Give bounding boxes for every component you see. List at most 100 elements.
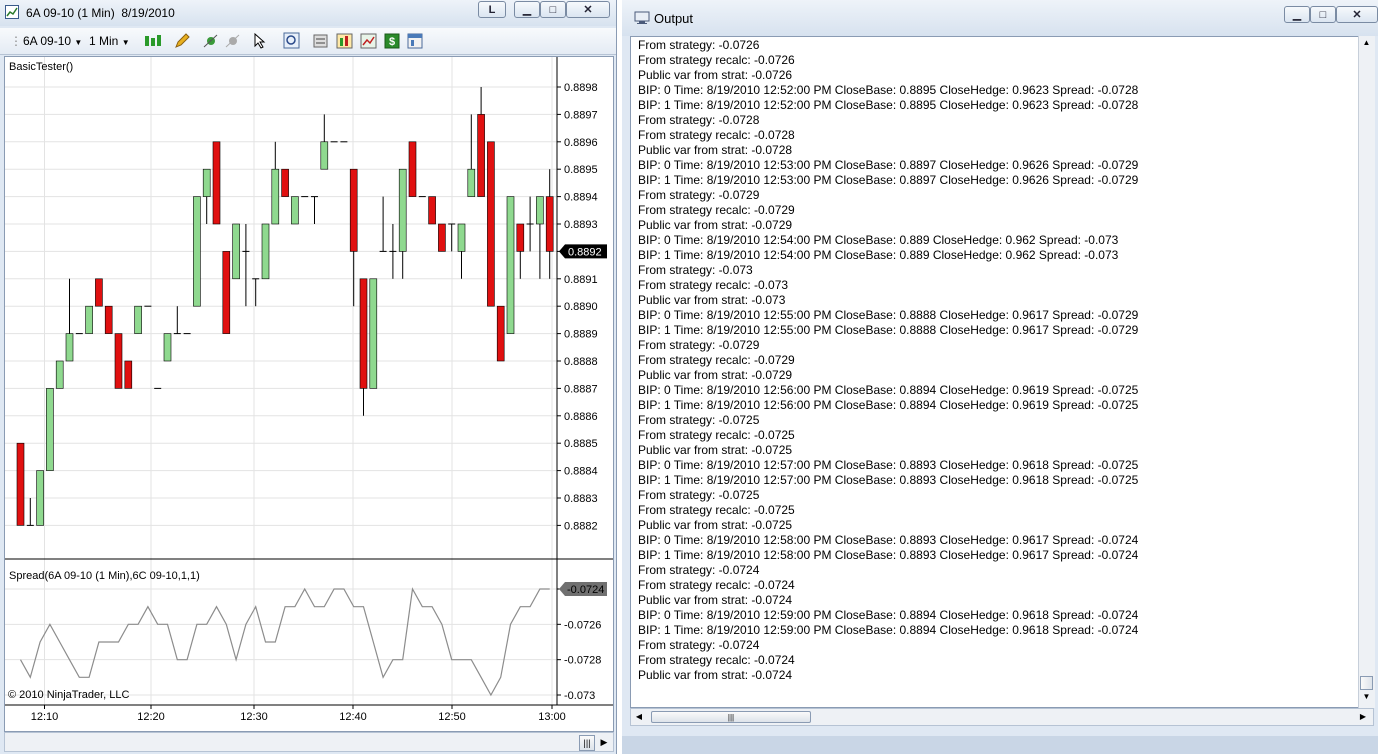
chart-area[interactable]: 0.8898 0.8897 0.8896 0.8895 0.8894 0.8893 0.88… (4, 56, 614, 732)
spread-tick-label: -0.0728 (564, 655, 601, 667)
candle-down (114, 333, 123, 389)
candle-up (232, 223, 240, 280)
candle-up (369, 278, 378, 389)
chart-window: 6A 09-10 (1 Min) 8/19/2010 L ▁ □ ✕ ⋮ 6A … (0, 0, 617, 754)
candlestick-style-button[interactable] (143, 32, 165, 50)
candle-up (291, 196, 299, 225)
drawing-tools-button[interactable] (173, 32, 195, 50)
maximize-icon: □ (1319, 9, 1327, 21)
instrument-label: 6A 09-10 (23, 34, 72, 48)
output-line: From strategy: -0.0724 (638, 638, 760, 652)
data-box-button[interactable] (312, 32, 330, 50)
chart-toolbar: ⋮ 6A 09-10 ▼ 1 Min ▼ $ (0, 28, 616, 55)
candle-up (536, 196, 544, 225)
link-button[interactable]: L (478, 1, 506, 18)
zoom-button[interactable] (283, 32, 301, 50)
spread-line (19, 587, 550, 697)
scroll-up-arrow[interactable]: ▲ (1360, 38, 1373, 51)
background-strip (622, 736, 1378, 754)
pointer-button[interactable] (252, 32, 274, 50)
minimize-button[interactable]: ▁ (514, 1, 540, 18)
output-minimize-button[interactable]: ▁ (1284, 6, 1310, 23)
candle-up (134, 305, 142, 334)
candle-down (349, 168, 358, 252)
orders-button[interactable]: $ (383, 32, 401, 50)
output-line: BIP: 0 Time: 8/19/2010 12:58:00 PM Close… (638, 533, 1139, 547)
scroll-thumb[interactable]: ||| (579, 735, 595, 751)
candle-up (36, 470, 44, 526)
output-line: BIP: 0 Time: 8/19/2010 12:52:00 PM Close… (638, 83, 1139, 97)
scroll-right-arrow[interactable]: ▶ (1357, 711, 1369, 723)
price-tick-label: 0.8898 (564, 82, 598, 94)
spread-current-label: -0.0724 (567, 584, 604, 596)
candle-down (477, 114, 485, 197)
scroll-thumb[interactable] (1360, 676, 1373, 690)
dropdown-icon: ▼ (121, 38, 130, 47)
time-tick-label: 13:00 (538, 711, 566, 723)
scroll-left-arrow[interactable]: ◀ (633, 711, 645, 723)
output-close-button[interactable]: ✕ (1336, 6, 1378, 23)
output-line: From strategy: -0.0729 (638, 338, 760, 352)
indicators-button[interactable] (336, 32, 354, 50)
close-icon: ✕ (583, 4, 593, 16)
candle-up (261, 223, 270, 280)
copyright-label: © 2010 NinjaTrader, LLC (8, 689, 130, 701)
price-tick-label: 0.8885 (564, 438, 598, 450)
time-tick-label: 12:50 (438, 711, 466, 723)
output-line: BIP: 0 Time: 8/19/2010 12:59:00 PM Close… (638, 608, 1139, 622)
strategies-button[interactable] (360, 32, 378, 50)
output-window: Output ▁ □ ✕ From strategy: -0.0726 From … (622, 0, 1378, 754)
time-tick-label: 12:10 (31, 711, 59, 723)
output-vertical-scrollbar[interactable]: ▲ ▼ (1358, 36, 1375, 708)
chart-canvas[interactable]: 0.8898 0.8897 0.8896 0.8895 0.8894 0.8893 0.88… (5, 57, 613, 731)
output-window-title: Output (654, 11, 694, 26)
candle-down (124, 360, 133, 389)
crosshair-button[interactable] (202, 32, 242, 50)
output-line: From strategy recalc: -0.0724 (638, 578, 795, 592)
output-maximize-button[interactable]: □ (1310, 6, 1336, 23)
output-line: BIP: 1 Time: 8/19/2010 12:53:00 PM Close… (638, 173, 1139, 187)
price-tick-label: 0.8893 (564, 219, 598, 231)
minimize-icon: ▁ (522, 4, 532, 16)
dollar-icon: $ (384, 33, 400, 49)
candle-down (496, 305, 505, 362)
time-tick-label: 12:20 (137, 711, 165, 723)
output-line: From strategy: -0.0725 (638, 413, 760, 427)
scroll-right-arrow[interactable]: ▶ (597, 735, 611, 749)
strategy-label: BasicTester() (9, 61, 74, 73)
interval-selector[interactable]: 1 Min ▼ (89, 32, 130, 50)
chart-horizontal-scrollbar[interactable]: ||| ▶ (4, 732, 614, 752)
output-line: Public var from strat: -0.0729 (638, 218, 793, 232)
zoom-icon (283, 32, 300, 49)
candle-up (202, 168, 211, 197)
candle-up (271, 168, 280, 225)
instrument-selector[interactable]: 6A 09-10 ▼ (23, 32, 82, 50)
chart-titlebar[interactable]: 6A 09-10 (1 Min) 8/19/2010 L ▁ □ ✕ (0, 0, 616, 26)
candle-down (359, 278, 368, 389)
output-line: Public var from strat: -0.0726 (638, 68, 793, 82)
output-line: BIP: 1 Time: 8/19/2010 12:56:00 PM Close… (638, 398, 1139, 412)
output-line: From strategy recalc: -0.0728 (638, 128, 795, 142)
output-text-area[interactable]: From strategy: -0.0726 From strategy reca… (630, 36, 1374, 708)
output-line: From strategy recalc: -0.0729 (638, 203, 795, 217)
close-button[interactable]: ✕ (566, 1, 610, 18)
close-icon: ✕ (1352, 9, 1362, 21)
scroll-thumb[interactable]: ||| (651, 711, 811, 723)
properties-button[interactable] (406, 32, 424, 50)
strategies-icon (360, 33, 377, 49)
output-line: From strategy: -0.0724 (638, 563, 760, 577)
candle-up (193, 196, 201, 307)
properties-icon (407, 33, 423, 49)
output-line: From strategy: -0.073 (638, 263, 753, 277)
output-line: From strategy recalc: -0.0724 (638, 653, 795, 667)
indicators-icon (336, 33, 353, 49)
chart-icon (5, 5, 19, 19)
output-titlebar[interactable]: Output ▁ □ ✕ (622, 0, 1378, 36)
spread-tick-label: -0.073 (564, 690, 595, 702)
output-horizontal-scrollbar[interactable]: ◀ ||| ▶ (630, 708, 1374, 726)
candle-up (398, 168, 407, 252)
scroll-down-arrow[interactable]: ▼ (1360, 692, 1373, 705)
output-line: BIP: 1 Time: 8/19/2010 12:52:00 PM Close… (638, 98, 1139, 112)
candle-down (104, 305, 113, 334)
maximize-button[interactable]: □ (540, 1, 566, 18)
